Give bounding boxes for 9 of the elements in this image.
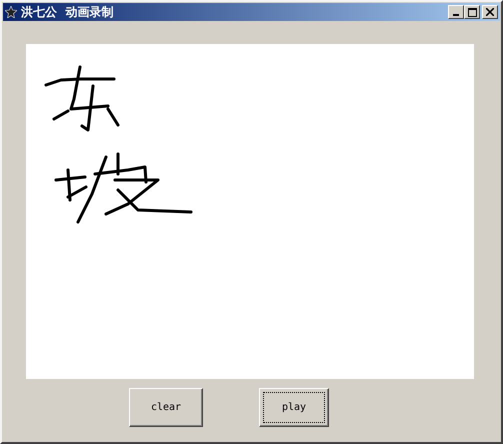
maximize-icon — [468, 8, 476, 16]
close-button[interactable] — [482, 5, 498, 19]
close-icon — [486, 8, 494, 16]
maximize-button[interactable] — [464, 5, 480, 19]
window-title: 洪七公 动画录制 — [21, 4, 114, 20]
star-icon — [5, 6, 17, 18]
action-button[interactable]: clear — [129, 388, 203, 427]
action-button[interactable]: play — [259, 388, 329, 427]
minimize-button[interactable] — [448, 5, 464, 19]
